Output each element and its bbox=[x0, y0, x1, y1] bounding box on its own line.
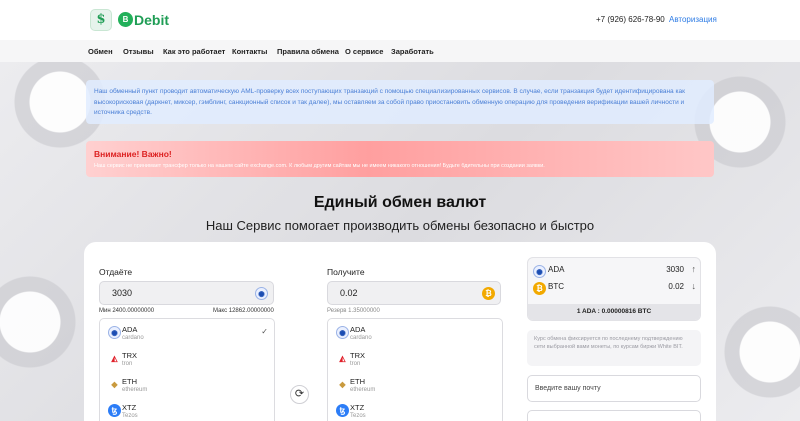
tezos-icon: ꜩ bbox=[336, 404, 349, 417]
list-item[interactable]: ✺ ADA cardano ✓ bbox=[100, 321, 274, 347]
summary-from-code: ADA bbox=[548, 265, 565, 274]
receive-currency-list[interactable]: ✺ ADA cardano ◭ TRX tron ◆ ETH ethereum … bbox=[327, 318, 503, 421]
give-min-limit: Мин 2400.00000000 bbox=[99, 308, 155, 314]
nav-item-about[interactable]: О сервисе bbox=[345, 47, 383, 56]
currency-code: XTZ bbox=[122, 403, 137, 412]
rate-note: Курс обмена фиксируется по последнему по… bbox=[527, 330, 701, 366]
list-item[interactable]: ◆ ETH ethereum bbox=[328, 373, 502, 399]
warning-text: Наш сервис не принимает трансфер только … bbox=[94, 163, 545, 169]
list-item[interactable]: ◭ TRX tron bbox=[100, 347, 274, 373]
nav-item-contacts[interactable]: Контакты bbox=[232, 47, 267, 56]
currency-network: tron bbox=[122, 361, 133, 367]
currency-network: tron bbox=[350, 361, 361, 367]
exchange-rate: 1 ADA : 0.00000816 BTC bbox=[528, 304, 700, 320]
warning-title: Внимание! Важно! bbox=[94, 149, 172, 159]
arrow-up-icon: ↑ bbox=[691, 264, 697, 274]
list-item[interactable]: ◭ TRX tron bbox=[328, 347, 502, 373]
list-item[interactable]: ✺ ADA cardano bbox=[328, 321, 502, 347]
give-amount-input[interactable]: 3030 bbox=[99, 281, 274, 305]
summary-from-value: 3030 bbox=[666, 265, 684, 274]
bitcoin-icon: ₿ bbox=[533, 282, 546, 295]
main-nav: Обмен Отзывы Как это работает Контакты П… bbox=[0, 40, 800, 62]
currency-code: ETH bbox=[122, 377, 137, 386]
list-item[interactable]: ◆ ETH ethereum bbox=[100, 373, 274, 399]
logo-text[interactable]: Debit bbox=[134, 12, 169, 28]
currency-network: Tezos bbox=[122, 413, 138, 419]
currency-code: TRX bbox=[122, 351, 137, 360]
swap-button[interactable]: ⟳ bbox=[290, 385, 309, 404]
currency-network: Tezos bbox=[350, 413, 366, 419]
receive-label: Получите bbox=[327, 267, 365, 277]
nav-item-rules[interactable]: Правила обмена bbox=[277, 47, 339, 56]
page-subtitle: Наш Сервис помогает производить обмены б… bbox=[205, 218, 595, 233]
secondary-input[interactable] bbox=[527, 410, 701, 421]
tron-icon: ◭ bbox=[111, 354, 118, 363]
warning-notice: Внимание! Важно! Наш сервис не принимает… bbox=[86, 141, 714, 177]
currency-network: cardano bbox=[350, 335, 372, 341]
page-title: Единый обмен валют bbox=[313, 194, 487, 211]
cardano-icon: ✺ bbox=[336, 326, 349, 339]
aml-info-notice: Наш обменный пункт проводит автоматическ… bbox=[86, 80, 714, 124]
check-icon: ✓ bbox=[261, 327, 268, 336]
nav-item-earn[interactable]: Заработать bbox=[391, 47, 434, 56]
currency-network: cardano bbox=[122, 335, 144, 341]
nav-item-reviews[interactable]: Отзывы bbox=[123, 47, 154, 56]
receive-reserve: Резерв 1.35000000 bbox=[327, 308, 380, 314]
summary-from-row: ✺ ADA 3030 ↑ bbox=[528, 262, 702, 280]
currency-code: ADA bbox=[350, 325, 366, 334]
tron-icon: ◭ bbox=[339, 354, 346, 363]
currency-code: ADA bbox=[122, 325, 138, 334]
currency-network: ethereum bbox=[122, 387, 148, 393]
logo-badge[interactable]: B bbox=[118, 12, 133, 27]
login-link[interactable]: Авторизация bbox=[669, 15, 717, 24]
list-item[interactable]: ꜩ XTZ Tezos bbox=[100, 399, 274, 421]
bitcoin-icon[interactable]: ₿ bbox=[482, 287, 495, 300]
cardano-icon: ✺ bbox=[108, 326, 121, 339]
cardano-icon: ✺ bbox=[533, 265, 546, 278]
currency-code: ETH bbox=[350, 377, 365, 386]
nav-item-how-it-works[interactable]: Как это работает bbox=[163, 47, 225, 56]
list-item[interactable]: ꜩ XTZ Tezos bbox=[328, 399, 502, 421]
phone-number[interactable]: +7 (926) 626-78-90 bbox=[596, 15, 665, 24]
nav-item-exchange[interactable]: Обмен bbox=[88, 47, 113, 56]
summary-to-row: ₿ BTC 0.02 ↓ bbox=[528, 279, 702, 297]
arrow-down-icon: ↓ bbox=[691, 281, 697, 291]
give-currency-list[interactable]: ✺ ADA cardano ✓ ◭ TRX tron ◆ ETH ethereu… bbox=[99, 318, 275, 421]
tezos-icon: ꜩ bbox=[108, 404, 121, 417]
currency-code: XTZ bbox=[350, 403, 365, 412]
summary-to-value: 0.02 bbox=[668, 282, 684, 291]
top-bar: $ B Debit +7 (926) 626-78-90 Авторизация bbox=[0, 0, 800, 40]
give-max-limit: Макс 12862.00000000 bbox=[213, 308, 274, 314]
logo-icon[interactable]: $ bbox=[90, 9, 112, 31]
give-label: Отдаёте bbox=[99, 267, 133, 277]
cardano-icon[interactable]: ✺ bbox=[255, 287, 268, 300]
summary-to-code: BTC bbox=[548, 282, 564, 291]
email-field[interactable] bbox=[527, 375, 701, 402]
currency-code: TRX bbox=[350, 351, 365, 360]
ethereum-icon: ◆ bbox=[339, 380, 346, 389]
ethereum-icon: ◆ bbox=[111, 380, 118, 389]
currency-network: ethereum bbox=[350, 387, 376, 393]
receive-amount-input[interactable]: 0.02 bbox=[327, 281, 501, 305]
exchange-summary: ✺ ADA 3030 ↑ ₿ BTC 0.02 ↓ 1 ADA : 0.0000… bbox=[527, 257, 701, 321]
